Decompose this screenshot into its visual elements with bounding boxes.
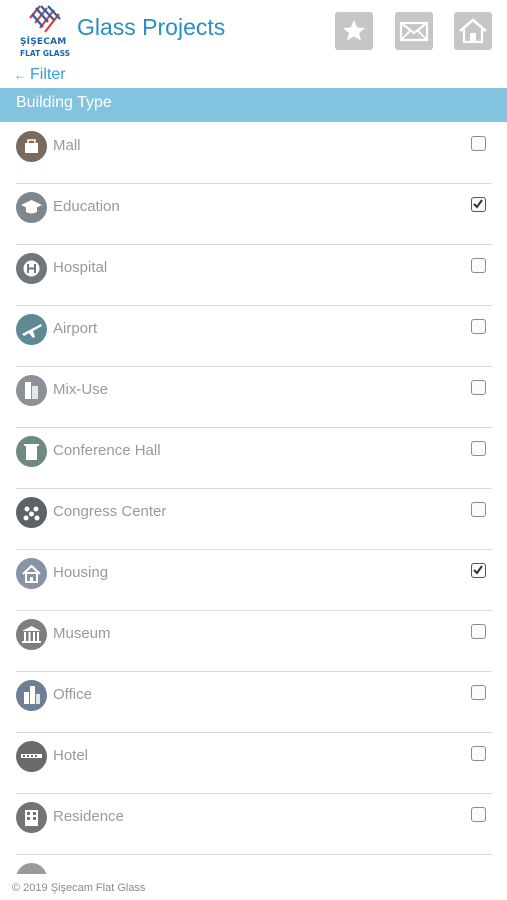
item-checkbox[interactable] bbox=[471, 380, 486, 395]
home-button[interactable] bbox=[454, 12, 492, 50]
app-title: Glass Projects bbox=[77, 14, 226, 40]
residence-icon bbox=[16, 802, 47, 833]
item-checkbox[interactable] bbox=[471, 807, 486, 822]
housing-icon bbox=[16, 558, 47, 589]
item-label: Hospital bbox=[53, 259, 108, 276]
building-icon bbox=[16, 863, 47, 874]
list-item[interactable]: Congress Center bbox=[16, 488, 492, 550]
item-label: Conference Hall bbox=[53, 442, 161, 459]
item-checkbox[interactable] bbox=[471, 563, 486, 578]
conference-hall-icon bbox=[16, 436, 47, 467]
list-item[interactable]: Education bbox=[16, 183, 492, 245]
list-item[interactable]: Residence bbox=[16, 793, 492, 855]
airport-icon bbox=[16, 314, 47, 345]
hospital-icon bbox=[16, 253, 47, 284]
list-item-partial bbox=[16, 854, 492, 874]
item-checkbox[interactable] bbox=[471, 319, 486, 334]
item-label: Congress Center bbox=[53, 503, 167, 520]
list-item[interactable]: Museum bbox=[16, 610, 492, 672]
education-icon bbox=[16, 192, 47, 223]
list-item[interactable]: Hotel bbox=[16, 732, 492, 794]
item-checkbox[interactable] bbox=[471, 441, 486, 456]
logo-wordmark: ŞİŞECAM bbox=[20, 37, 67, 47]
item-checkbox[interactable] bbox=[471, 685, 486, 700]
item-label: Airport bbox=[53, 320, 98, 337]
logo-subtitle: FLAT GLASS bbox=[20, 49, 71, 58]
app-header: ŞİŞECAM FLAT GLASS Glass Projects bbox=[0, 0, 507, 64]
item-checkbox[interactable] bbox=[471, 136, 486, 151]
contact-button[interactable] bbox=[395, 12, 433, 50]
list-item[interactable]: Housing bbox=[16, 549, 492, 611]
list-item[interactable]: Hospital bbox=[16, 244, 492, 306]
item-label: Mall bbox=[53, 137, 81, 154]
item-label: Housing bbox=[53, 564, 109, 581]
item-checkbox[interactable] bbox=[471, 746, 486, 761]
item-checkbox[interactable] bbox=[471, 502, 486, 517]
item-checkbox[interactable] bbox=[471, 197, 486, 212]
favorites-button[interactable] bbox=[335, 12, 373, 50]
hotel-icon bbox=[16, 741, 47, 772]
museum-icon bbox=[16, 619, 47, 650]
section-header: Building Type bbox=[0, 88, 507, 122]
mall-icon bbox=[16, 131, 47, 162]
star-icon bbox=[343, 20, 365, 41]
office-icon bbox=[16, 680, 47, 711]
section-title: Building Type bbox=[16, 94, 112, 111]
mail-icon bbox=[399, 21, 429, 42]
list-item[interactable]: Mall bbox=[16, 122, 492, 184]
mix-use-icon bbox=[16, 375, 47, 406]
item-label: Museum bbox=[53, 625, 111, 642]
copyright-footer: © 2019 Şişecam Flat Glass bbox=[12, 882, 146, 894]
sisecam-logo[interactable]: ŞİŞECAM FLAT GLASS bbox=[16, 4, 74, 60]
list-item[interactable]: Conference Hall bbox=[16, 427, 492, 489]
item-label: Mix-Use bbox=[53, 381, 108, 398]
filter-label: Filter bbox=[30, 66, 66, 83]
item-checkbox[interactable] bbox=[471, 258, 486, 273]
item-label: Hotel bbox=[53, 747, 89, 764]
logo-mark-icon bbox=[29, 5, 61, 33]
list-item[interactable]: Mix-Use bbox=[16, 366, 492, 428]
item-label: Residence bbox=[53, 808, 124, 825]
back-arrow-icon: ← bbox=[14, 68, 26, 82]
list-item[interactable]: Airport bbox=[16, 305, 492, 367]
item-checkbox[interactable] bbox=[471, 624, 486, 639]
list-item[interactable]: Office bbox=[16, 671, 492, 733]
home-icon bbox=[459, 18, 487, 44]
item-label: Office bbox=[53, 686, 92, 703]
item-label: Education bbox=[53, 198, 120, 215]
filter-back-link[interactable]: ← Filter bbox=[14, 66, 66, 84]
congress-center-icon bbox=[16, 497, 47, 528]
